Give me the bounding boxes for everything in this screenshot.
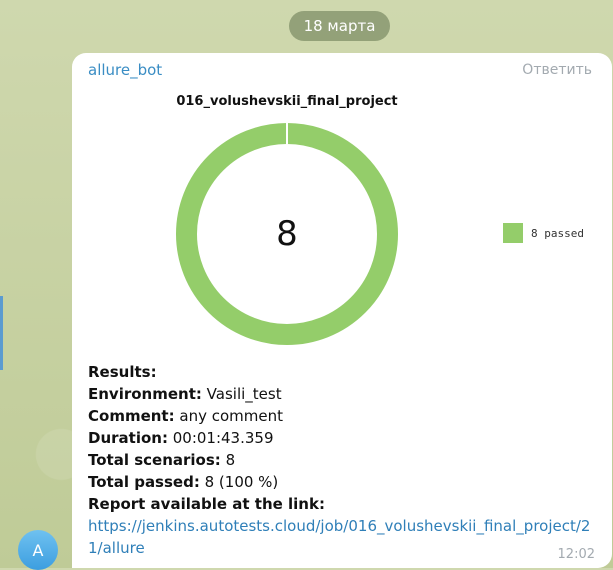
bot-avatar[interactable]: A [18,530,58,570]
sender-name[interactable]: allure_bot [88,61,162,79]
message-bubble: allure_bot Ответить 016_volushevskii_fin… [72,53,612,568]
report-label: Report available at the link: [88,495,325,513]
legend-label-passed: 8 passed [531,226,584,240]
avatar-letter: A [32,540,44,560]
environment-label: Environment: [88,385,202,403]
results-text: Results: Environment: Vasili_test Commen… [88,361,598,559]
comment-label: Comment: [88,407,175,425]
message-time: 12:02 [557,547,595,562]
scenarios-label: Total scenarios: [88,451,221,469]
chart-legend: 8 passed [503,223,584,243]
chart-title: 016_volushevskii_final_project [176,94,398,109]
donut-chart: 8 [176,123,398,345]
report-chart: 016_volushevskii_final_project 8 8 passe… [72,89,612,369]
scroll-indicator [0,296,3,370]
report-link[interactable]: https://jenkins.autotests.cloud/job/016_… [88,517,590,557]
chart-center-label: 8 [276,214,298,254]
results-header: Results: [88,363,157,381]
scenarios-value: 8 [225,451,236,469]
legend-swatch-passed [503,223,523,243]
environment-value: Vasili_test [206,385,282,403]
reply-button[interactable]: Ответить [522,62,592,78]
duration-value: 00:01:43.359 [172,429,274,447]
duration-label: Duration: [88,429,168,447]
date-separator: 18 марта [289,11,390,41]
passed-value: 8 (100 %) [204,473,279,491]
passed-label: Total passed: [88,473,200,491]
comment-value: any comment [179,407,283,425]
